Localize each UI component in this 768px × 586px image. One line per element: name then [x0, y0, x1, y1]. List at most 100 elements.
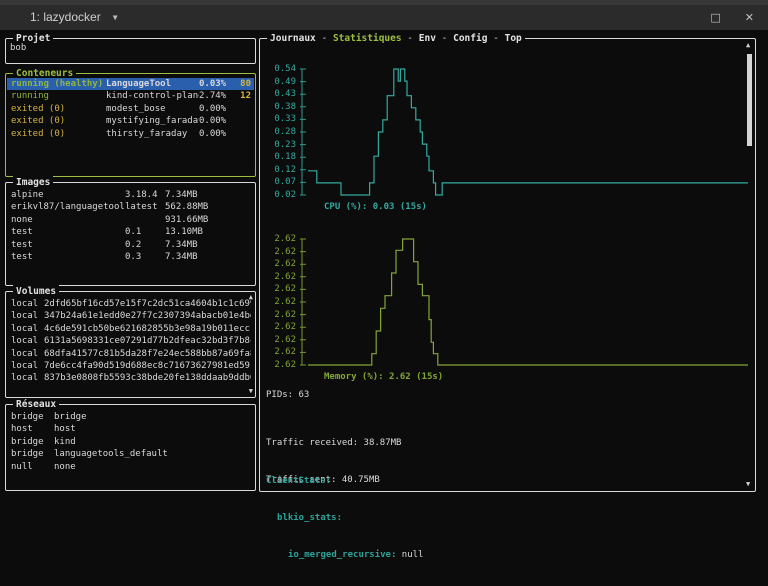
image-row[interactable]: test 0.3 7.34MB	[7, 251, 254, 263]
images-panel[interactable]: Images alpine 3.18.4 7.34MB erikvl87/langua…	[5, 176, 256, 286]
volumes-panel-title: Volumes	[13, 285, 60, 298]
network-row[interactable]: host host	[7, 423, 254, 435]
io-merged-value: null	[396, 550, 424, 561]
y-tick-label: 0.33	[274, 114, 296, 125]
image-row[interactable]: alpine 3.18.4 7.34MB	[7, 189, 254, 201]
y-tick-label: 2.62	[274, 259, 296, 270]
image-row[interactable]: none 931.66MB	[7, 214, 254, 226]
image-size: 7.34MB	[165, 252, 198, 263]
tab-top[interactable]: Top	[505, 33, 522, 44]
network-name: kind	[54, 436, 76, 447]
container-extra: 12	[240, 91, 251, 102]
network-name: languagetools_default	[54, 449, 168, 460]
volumes-panel[interactable]: Volumes local 2dfd65bf16cd57e15f7c2dc51ca…	[5, 285, 256, 398]
y-tick-label: 2.62	[274, 271, 296, 282]
y-tick-label: 2.62	[274, 322, 296, 333]
volume-row[interactable]: local 6131a5698331ce07291d77b2dfeac32bd3f…	[7, 335, 254, 347]
image-name: none	[11, 214, 33, 225]
network-row[interactable]: null none	[7, 461, 254, 473]
volume-row[interactable]: local 7de6cc4fa90d519d688ec8c71673627981e…	[7, 360, 254, 372]
y-tick-label: 2.62	[274, 284, 296, 295]
network-driver: bridge	[11, 436, 44, 447]
maximize-button[interactable]: □	[710, 11, 720, 24]
scroll-up-icon[interactable]: ▲	[249, 294, 253, 301]
cpu-chart-label: CPU (%): 0.03 (15s)	[324, 202, 427, 212]
network-row[interactable]: bridge languagetools_default	[7, 448, 254, 460]
image-name: test	[11, 252, 33, 263]
chart-axis	[300, 68, 306, 196]
image-tag	[125, 214, 165, 226]
client-stats-key: ClientStats:	[266, 475, 332, 486]
cpu-chart-y-ticks: 0.54 0.49 0.43 0.38 0.33 0.28 0.23 0.18 0.12 0.07…	[264, 63, 296, 201]
network-row[interactable]: bridge bridge	[7, 411, 254, 423]
image-tag: 0.2	[125, 239, 142, 250]
scroll-up-icon[interactable]: ▲	[746, 42, 750, 49]
volume-row[interactable]: local 68dfa41577c81b5da28f7e24ec588bb87a6…	[7, 348, 254, 360]
image-row[interactable]: test 0.2 7.34MB	[7, 239, 254, 251]
image-name: test	[11, 239, 33, 250]
y-tick-label: 2.62	[274, 246, 296, 257]
volume-name: 7de6cc4fa90d519d688ec8c71673627981ed591	[44, 361, 251, 372]
container-name: modest_bose	[106, 103, 166, 114]
y-tick-label: 2.62	[274, 296, 296, 307]
scroll-down-icon[interactable]: ▼	[746, 481, 750, 488]
y-tick-label: 2.62	[274, 334, 296, 345]
container-row[interactable]: running (healthy) LanguageTool 0.03% 80	[7, 78, 254, 91]
scrollbar-thumb[interactable]	[747, 54, 752, 146]
volume-name: 347b24a61e1edd0e27f7c2307394abacb01e4bd	[44, 311, 251, 322]
networks-panel[interactable]: Réseaux bridge bridge host host bridge kind br…	[5, 398, 256, 491]
volume-driver: local	[11, 348, 39, 359]
container-row[interactable]: exited (0) modest_bose 0.00%	[7, 103, 254, 115]
y-tick-label: 0.49	[274, 76, 296, 87]
volume-row[interactable]: local 347b24a61e1edd0e27f7c2307394abacb01…	[7, 310, 254, 322]
tab-config[interactable]: Config	[453, 33, 487, 44]
network-row[interactable]: bridge kind	[7, 436, 254, 448]
project-panel[interactable]: Projet bob	[5, 32, 256, 64]
memory-chart-y-ticks: 2.62 2.62 2.62 2.62 2.62 2.62 2.62 2.62 2.62 2.62…	[264, 233, 296, 371]
tab-statistiques[interactable]: Statistiques	[333, 33, 402, 44]
tab-env[interactable]: Env	[419, 33, 436, 44]
scroll-down-icon[interactable]: ▼	[249, 388, 253, 395]
volume-driver: local	[11, 311, 39, 322]
project-name[interactable]: bob	[10, 43, 26, 53]
container-row[interactable]: running kind-control-plane 2.74% 12	[7, 90, 254, 102]
network-name: host	[54, 424, 76, 435]
stats-panel[interactable]: Journaux - Statistiques - Env - Config -…	[259, 32, 756, 560]
image-size: 7.34MB	[165, 239, 198, 250]
close-button[interactable]: ✕	[745, 11, 754, 24]
container-status: exited (0)	[11, 116, 66, 127]
y-tick-label: 0.28	[274, 126, 296, 137]
containers-list: running (healthy) LanguageTool 0.03% 80 runn…	[7, 78, 254, 174]
image-row[interactable]: erikvl87/languagetool latest 562.88MB	[7, 201, 254, 213]
volume-row[interactable]: local 837b3e0808fb5593c38bde20fe138ddaab9…	[7, 372, 254, 384]
container-cpu: 0.00%	[199, 128, 227, 139]
network-driver: bridge	[11, 449, 44, 460]
container-cpu: 0.03%	[199, 79, 227, 89]
volume-row[interactable]: local 2dfd65bf16cd57e15f7c2dc51ca4604b1c1…	[7, 298, 254, 310]
y-tick-label: 0.43	[274, 89, 296, 100]
container-row[interactable]: exited (0) thirsty_faraday 0.00%	[7, 128, 254, 140]
tab-separator: -	[487, 33, 505, 44]
tab-separator: -	[435, 33, 454, 44]
y-tick-label: 0.23	[274, 139, 296, 150]
window-titlebar[interactable]: 1: lazydocker ▼ □ ✕	[0, 0, 768, 30]
container-name: thirsty_faraday	[106, 128, 188, 139]
container-extra	[235, 115, 251, 127]
volume-name: 68dfa41577c81b5da28f7e24ec588bb87a69fa8	[44, 348, 251, 359]
stats-scrollbar[interactable]: ▲ ▼	[745, 42, 754, 488]
image-size: 562.88MB	[165, 202, 209, 213]
chart-axis	[300, 238, 306, 366]
container-row[interactable]: exited (0) mystifying_faraday 0.00%	[7, 115, 254, 127]
network-driver: bridge	[11, 412, 44, 422]
container-name: kind-control-plane	[106, 91, 199, 102]
containers-panel[interactable]: Conteneurs running (healthy) LanguageTool…	[5, 67, 256, 177]
title-dropdown-icon[interactable]: ▼	[113, 13, 118, 22]
image-row[interactable]: test 0.1 13.10MB	[7, 226, 254, 238]
cpu-chart-plot	[300, 68, 748, 196]
volume-row[interactable]: local 4c6de591cb50be621682855b3e98a19b011…	[7, 323, 254, 335]
network-name: none	[54, 461, 76, 472]
memory-chart-label: Memory (%): 2.62 (15s)	[324, 372, 444, 382]
tab-journaux[interactable]: Journaux	[270, 33, 316, 44]
network-name: bridge	[54, 412, 87, 422]
y-tick-label: 0.07	[274, 177, 296, 188]
